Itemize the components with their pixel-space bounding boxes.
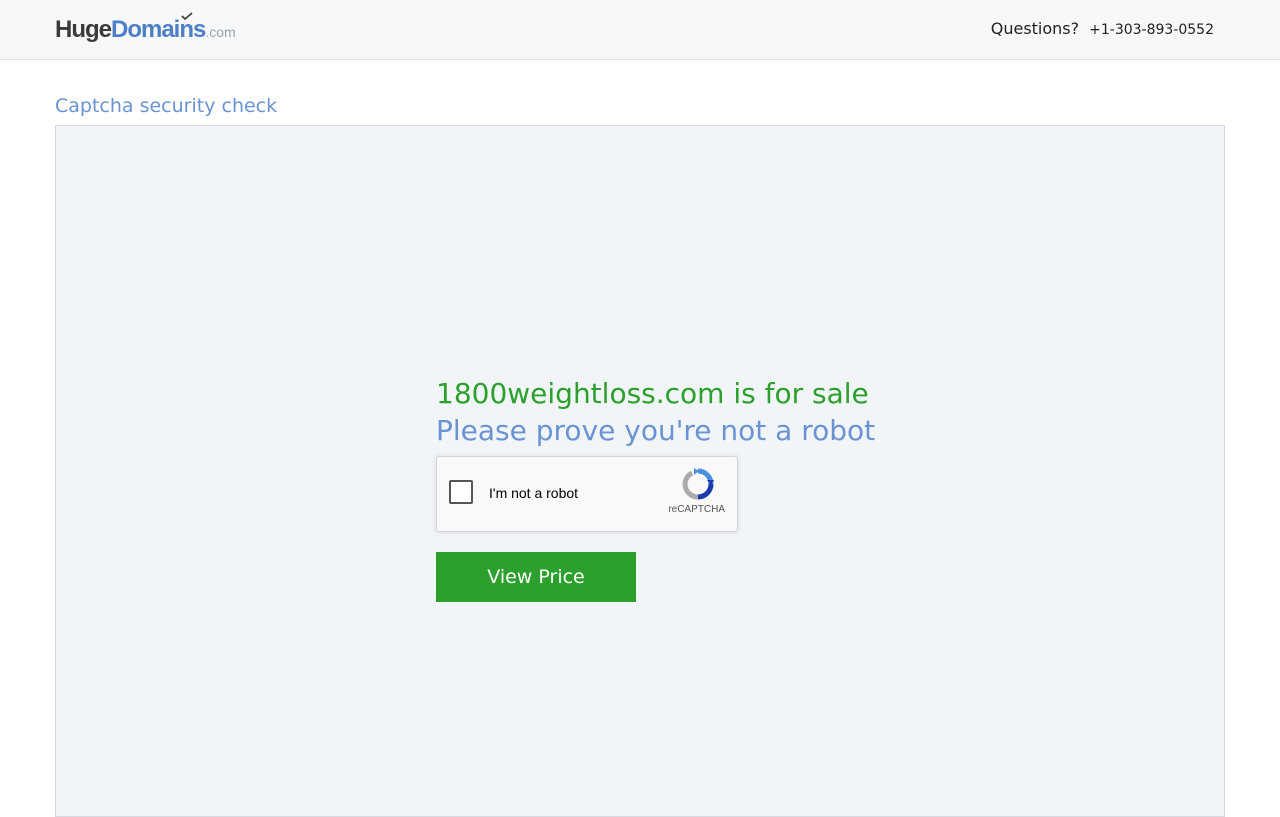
recaptcha-checkbox[interactable]: [449, 480, 473, 504]
phone-number-link[interactable]: +1-303-893-0552: [1089, 22, 1214, 38]
top-header: HugeDomains .com Questions? +1-303-893-055…: [0, 0, 1280, 60]
recaptcha-widget: I'm not a robot reCAPTCHA: [436, 456, 738, 532]
logo-checkmark-icon: [181, 12, 193, 20]
recaptcha-label: I'm not a robot: [489, 485, 579, 501]
logo-text-domains-label: Domains: [111, 16, 206, 43]
logo-text-huge: Huge: [55, 16, 112, 43]
recaptcha-logo-icon[interactable]: [681, 467, 715, 501]
logo-text-com: .com: [205, 24, 236, 40]
captcha-panel: 1800weightloss.com is for sale Please pr…: [55, 125, 1225, 817]
prove-not-robot-subline: Please prove you're not a robot: [436, 414, 876, 447]
hugedomains-logo[interactable]: HugeDomains .com: [55, 12, 236, 45]
logo-text-domains: Domains: [111, 12, 206, 43]
contact-info: Questions? +1-303-893-0552: [991, 19, 1214, 38]
recaptcha-brand: reCAPTCHA: [668, 504, 725, 515]
questions-label: Questions?: [990, 19, 1080, 38]
view-price-button[interactable]: View Price: [436, 552, 636, 602]
domain-for-sale-headline: 1800weightloss.com is for sale: [436, 377, 869, 410]
captcha-content: 1800weightloss.com is for sale Please pr…: [436, 376, 896, 602]
section-title: Captcha security check: [55, 95, 278, 117]
